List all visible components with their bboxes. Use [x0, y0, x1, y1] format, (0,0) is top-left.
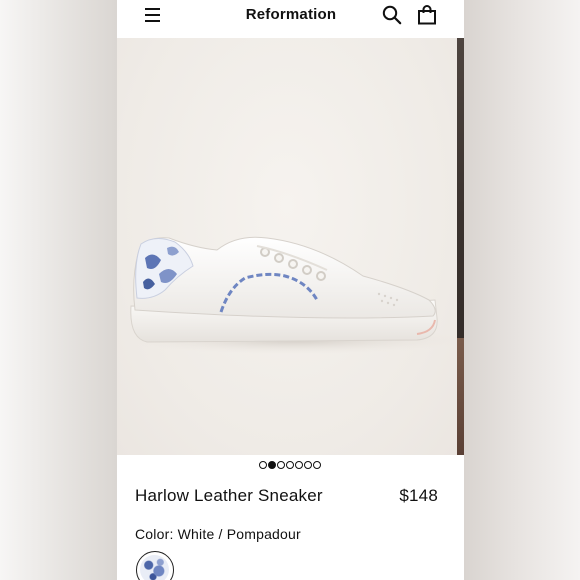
search-icon[interactable] — [382, 5, 402, 25]
color-label: Color: — [135, 526, 174, 542]
product-photo — [117, 38, 464, 455]
product-price: $148 — [399, 486, 438, 505]
carousel-dot[interactable] — [277, 461, 285, 469]
carousel-dot[interactable] — [268, 461, 276, 469]
carousel-dot[interactable] — [259, 461, 267, 469]
carousel-dot[interactable] — [286, 461, 294, 469]
carousel-pagination — [259, 461, 321, 470]
carousel-dot[interactable] — [304, 461, 312, 469]
top-navigation-bar: Reformation — [117, 0, 464, 38]
color-selection-label: Color: White / Pompadour — [135, 525, 301, 543]
blurred-background-right — [464, 0, 580, 580]
hamburger-menu-icon[interactable] — [145, 6, 161, 24]
shopping-bag-icon[interactable] — [418, 5, 436, 25]
product-image-carousel[interactable] — [117, 38, 464, 455]
brand-logo[interactable]: Reformation — [227, 5, 355, 25]
next-image-peek — [457, 38, 464, 455]
product-title: Harlow Leather Sneaker — [135, 486, 323, 505]
carousel-dot[interactable] — [313, 461, 321, 469]
mobile-screen: Reformation Harlow Leather Sneaker $148 … — [117, 0, 464, 580]
color-swatch-white-pompadour[interactable] — [136, 551, 174, 580]
sneaker-illustration — [125, 236, 464, 354]
color-value: White / Pompadour — [177, 526, 301, 542]
blurred-background-left — [0, 0, 117, 580]
carousel-dot[interactable] — [295, 461, 303, 469]
